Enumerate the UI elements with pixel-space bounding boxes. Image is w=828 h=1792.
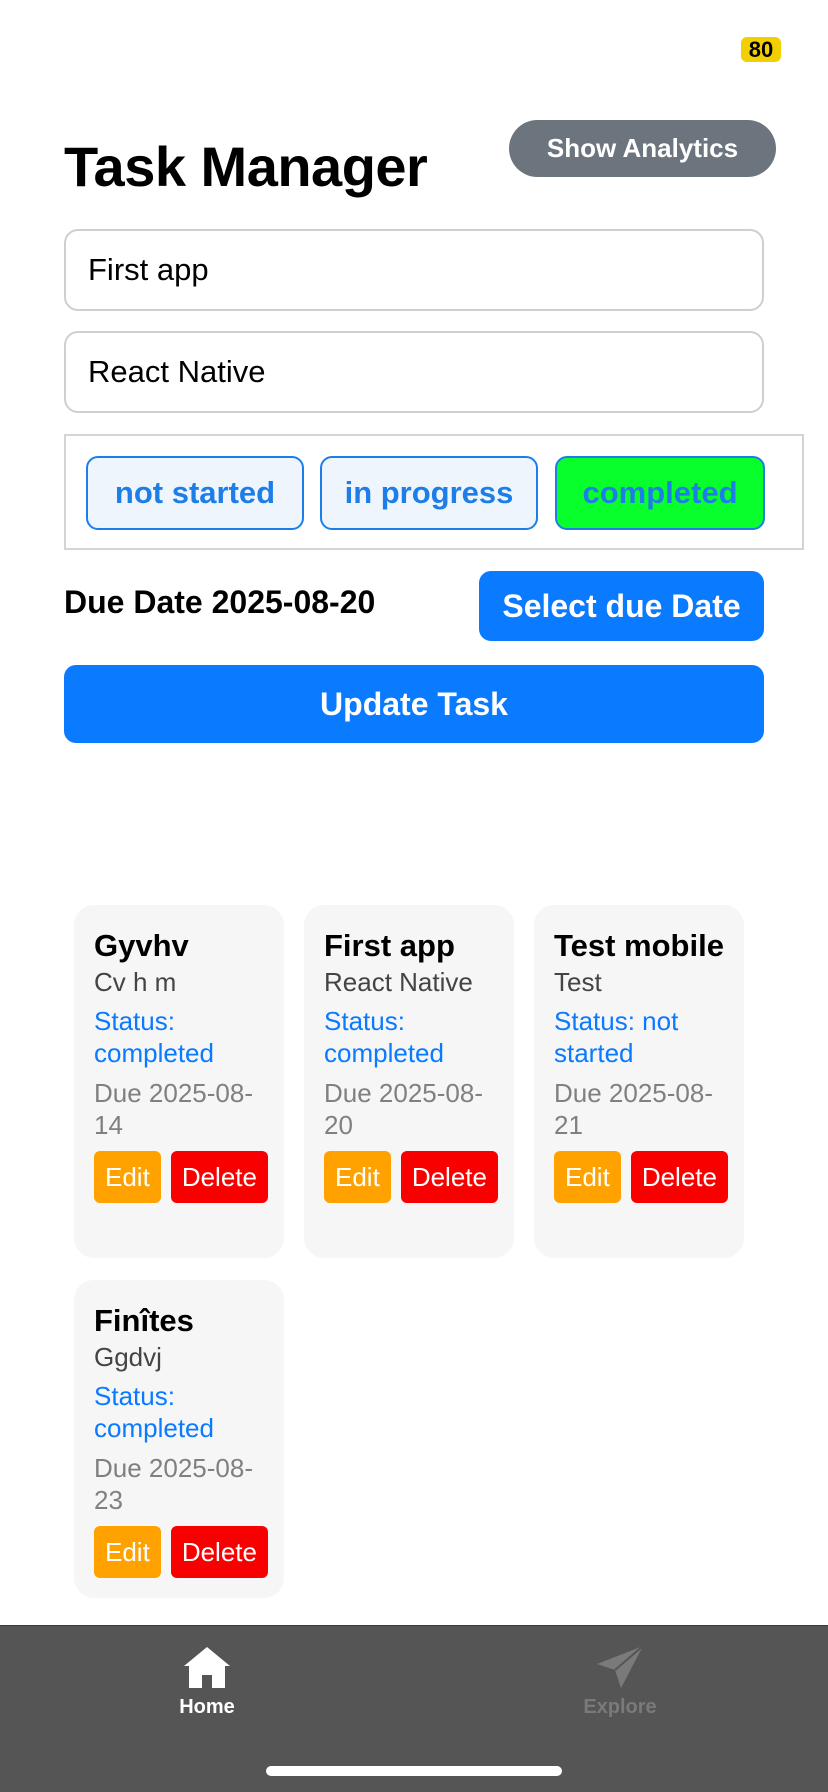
task-card: Finîtes Ggdvj Status: completed Due 2025… xyxy=(74,1280,284,1598)
task-card: Test mobile Test Status: not started Due… xyxy=(534,905,744,1258)
edit-button[interactable]: Edit xyxy=(554,1151,621,1203)
edit-button[interactable]: Edit xyxy=(324,1151,391,1203)
task-status: Status: completed xyxy=(94,1381,214,1443)
task-due-date: Due 2025-08-20 xyxy=(324,1078,483,1140)
due-date-label: Due Date 2025-08-20 xyxy=(64,584,376,620)
task-due-date: Due 2025-08-21 xyxy=(554,1078,713,1140)
status-option-completed[interactable]: completed xyxy=(555,456,765,530)
task-description: Cv h m xyxy=(94,967,177,997)
page-title: Task Manager xyxy=(64,135,428,198)
tab-explore-label: Explore xyxy=(583,1696,657,1718)
paper-plane-icon xyxy=(597,1645,644,1688)
status-option-not-started[interactable]: not started xyxy=(86,456,304,530)
task-due-date: Due 2025-08-23 xyxy=(94,1453,253,1515)
edit-button[interactable]: Edit xyxy=(94,1526,161,1578)
status-option-in-progress[interactable]: in progress xyxy=(320,456,538,530)
task-due-date: Due 2025-08-14 xyxy=(94,1078,253,1140)
task-actions: Edit Delete xyxy=(94,1151,268,1203)
update-task-button[interactable]: Update Task xyxy=(64,665,764,743)
task-actions: Edit Delete xyxy=(324,1151,498,1203)
task-status: Status: completed xyxy=(94,1006,214,1068)
task-description: Test xyxy=(554,967,602,997)
task-title-input[interactable] xyxy=(64,229,764,311)
task-title: Test mobile xyxy=(554,928,724,963)
task-actions: Edit Delete xyxy=(94,1526,268,1578)
select-due-date-button[interactable]: Select due Date xyxy=(479,571,764,641)
task-title: First app xyxy=(324,928,455,963)
battery-indicator: 80 xyxy=(741,37,781,62)
status-selector: not started in progress completed xyxy=(64,434,804,550)
task-description-input[interactable] xyxy=(64,331,764,413)
task-description: React Native xyxy=(324,967,473,997)
task-card: Gyvhv Cv h m Status: completed Due 2025-… xyxy=(74,905,284,1258)
delete-button[interactable]: Delete xyxy=(170,1151,268,1203)
home-icon xyxy=(184,1647,230,1688)
delete-button[interactable]: Delete xyxy=(630,1151,728,1203)
tab-home[interactable]: Home xyxy=(107,1644,307,1719)
edit-button[interactable]: Edit xyxy=(94,1151,161,1203)
show-analytics-button[interactable]: Show Analytics xyxy=(509,120,776,177)
task-card: First app React Native Status: completed… xyxy=(304,905,514,1258)
task-status: Status: completed xyxy=(324,1006,444,1068)
task-description: Ggdvj xyxy=(94,1342,162,1372)
task-title: Gyvhv xyxy=(94,928,189,963)
home-indicator[interactable] xyxy=(266,1766,562,1776)
delete-button[interactable]: Delete xyxy=(170,1526,268,1578)
task-actions: Edit Delete xyxy=(554,1151,728,1203)
task-title: Finîtes xyxy=(94,1303,194,1338)
tab-home-label: Home xyxy=(179,1696,235,1718)
task-status: Status: not started xyxy=(554,1006,679,1068)
task-manager-screen: 80 Task Manager Show Analytics not start… xyxy=(0,0,828,1792)
tab-explore[interactable]: Explore xyxy=(520,1644,720,1719)
delete-button[interactable]: Delete xyxy=(400,1151,498,1203)
